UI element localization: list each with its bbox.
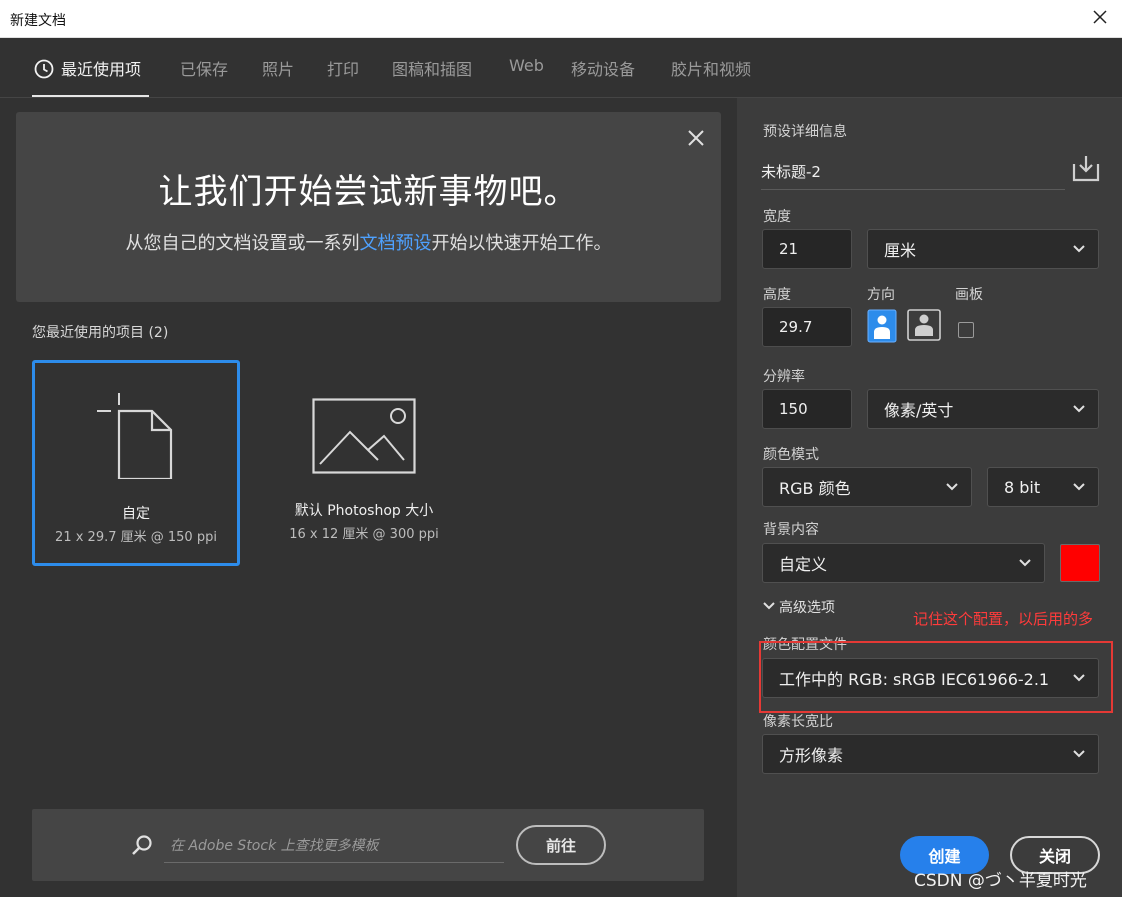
preset-details-panel: 预设详细信息 未标题-2 宽度 21 厘米 高度 方向 画板 29.7 分辨率 … bbox=[737, 98, 1122, 897]
image-placeholder-icon bbox=[312, 398, 416, 474]
document-presets-link[interactable]: 文档预设 bbox=[360, 233, 432, 254]
category-tabs: 最近使用项 已保存 照片 打印 图稿和插图 Web 移动设备 胶片和视频 bbox=[0, 38, 1122, 98]
resolution-label: 分辨率 bbox=[763, 369, 805, 385]
welcome-banner: 让我们开始尝试新事物吧。 从您自己的文档设置或一系列文档预设开始以快速开始工作。 bbox=[16, 112, 721, 302]
recent-item-name: 自定 bbox=[122, 506, 150, 522]
color-mode-label: 颜色模式 bbox=[763, 447, 819, 463]
pixel-aspect-label: 像素长宽比 bbox=[763, 714, 833, 730]
chevron-down-icon bbox=[763, 602, 775, 610]
resolution-unit-value: 像素/英寸 bbox=[884, 401, 954, 420]
chevron-down-icon bbox=[946, 483, 958, 491]
background-color-swatch[interactable] bbox=[1060, 544, 1100, 582]
annotation-highlight-box bbox=[759, 641, 1113, 713]
tab-web[interactable]: Web bbox=[509, 56, 544, 75]
clock-icon bbox=[34, 59, 54, 79]
banner-heading: 让我们开始尝试新事物吧。 bbox=[158, 172, 579, 212]
annotation-note: 记住这个配置，以后用的多 bbox=[913, 610, 1094, 628]
tab-print[interactable]: 打印 bbox=[327, 56, 359, 80]
landscape-orientation-icon[interactable] bbox=[907, 309, 941, 341]
bit-depth-select[interactable]: 8 bit bbox=[987, 467, 1099, 507]
stock-search-input[interactable] bbox=[164, 829, 504, 863]
recent-item-meta: 16 x 12 厘米 @ 300 ppi bbox=[289, 527, 439, 542]
advanced-options-label: 高级选项 bbox=[779, 600, 835, 616]
advanced-options-toggle[interactable]: 高级选项 bbox=[763, 597, 835, 617]
tab-recent[interactable]: 最近使用项 bbox=[34, 56, 141, 80]
tab-saved[interactable]: 已保存 bbox=[180, 56, 228, 80]
recent-item-name: 默认 Photoshop 大小 bbox=[294, 503, 434, 519]
active-tab-indicator bbox=[32, 95, 149, 97]
title-bar: 新建文档 bbox=[0, 0, 1122, 38]
preset-details-label: 预设详细信息 bbox=[763, 124, 847, 140]
color-mode-select[interactable]: RGB 颜色 bbox=[762, 467, 972, 507]
pixel-aspect-select[interactable]: 方形像素 bbox=[762, 734, 1099, 774]
close-icon[interactable] bbox=[1090, 7, 1110, 27]
color-mode-value: RGB 颜色 bbox=[779, 479, 851, 498]
artboard-checkbox[interactable] bbox=[958, 322, 974, 338]
document-name-field[interactable]: 未标题-2 bbox=[761, 154, 1065, 190]
width-label: 宽度 bbox=[763, 209, 791, 225]
chevron-down-icon bbox=[1073, 750, 1085, 758]
artboard-label: 画板 bbox=[955, 287, 983, 303]
save-preset-icon[interactable] bbox=[1071, 154, 1101, 182]
height-label: 高度 bbox=[763, 287, 791, 303]
watermark: CSDN @づ丶半夏时光 bbox=[914, 871, 1087, 891]
background-label: 背景内容 bbox=[763, 522, 819, 538]
background-value: 自定义 bbox=[779, 555, 828, 574]
dismiss-banner-icon[interactable] bbox=[687, 129, 705, 147]
resolution-unit-select[interactable]: 像素/英寸 bbox=[867, 389, 1099, 429]
chevron-down-icon bbox=[1073, 245, 1085, 253]
tab-art-illustration[interactable]: 图稿和插图 bbox=[392, 56, 472, 80]
new-document-icon bbox=[97, 393, 173, 479]
pixel-aspect-value: 方形像素 bbox=[779, 746, 844, 765]
tab-photo[interactable]: 照片 bbox=[262, 56, 294, 80]
chevron-down-icon bbox=[1019, 559, 1031, 567]
width-unit-select[interactable]: 厘米 bbox=[867, 229, 1099, 269]
tab-film-video[interactable]: 胶片和视频 bbox=[671, 56, 751, 80]
stock-search-bar: 前往 bbox=[32, 809, 704, 881]
orientation-label: 方向 bbox=[867, 287, 895, 303]
chevron-down-icon bbox=[1073, 483, 1085, 491]
bit-depth-value: 8 bit bbox=[1004, 477, 1041, 497]
go-button[interactable]: 前往 bbox=[516, 825, 606, 865]
background-select[interactable]: 自定义 bbox=[762, 543, 1045, 583]
banner-subtitle-after: 开始以快速开始工作。 bbox=[431, 233, 612, 254]
recent-item-default-photoshop[interactable]: 默认 Photoshop 大小 16 x 12 厘米 @ 300 ppi bbox=[260, 360, 468, 566]
search-icon bbox=[132, 835, 152, 855]
height-input[interactable]: 29.7 bbox=[762, 307, 852, 347]
recent-count: (2) bbox=[148, 325, 169, 341]
width-input[interactable]: 21 bbox=[762, 229, 852, 269]
chevron-down-icon bbox=[1073, 405, 1085, 413]
recent-title-text: 您最近使用的项目 bbox=[32, 325, 144, 341]
tab-mobile[interactable]: 移动设备 bbox=[571, 56, 635, 80]
resolution-input[interactable]: 150 bbox=[762, 389, 852, 429]
tab-recent-label: 最近使用项 bbox=[61, 60, 142, 79]
banner-subtitle: 从您自己的文档设置或一系列文档预设开始以快速开始工作。 bbox=[16, 229, 721, 255]
portrait-orientation-icon[interactable] bbox=[867, 309, 897, 343]
recent-items-title: 您最近使用的项目 (2) bbox=[32, 322, 168, 342]
main-content: 让我们开始尝试新事物吧。 从您自己的文档设置或一系列文档预设开始以快速开始工作。… bbox=[0, 98, 737, 897]
banner-subtitle-before: 从您自己的文档设置或一系列 bbox=[125, 233, 360, 254]
recent-item-meta: 21 x 29.7 厘米 @ 150 ppi bbox=[55, 530, 217, 545]
recent-item-custom[interactable]: 自定 21 x 29.7 厘米 @ 150 ppi bbox=[32, 360, 240, 566]
width-unit-value: 厘米 bbox=[884, 241, 917, 260]
window-title: 新建文档 bbox=[10, 13, 66, 29]
